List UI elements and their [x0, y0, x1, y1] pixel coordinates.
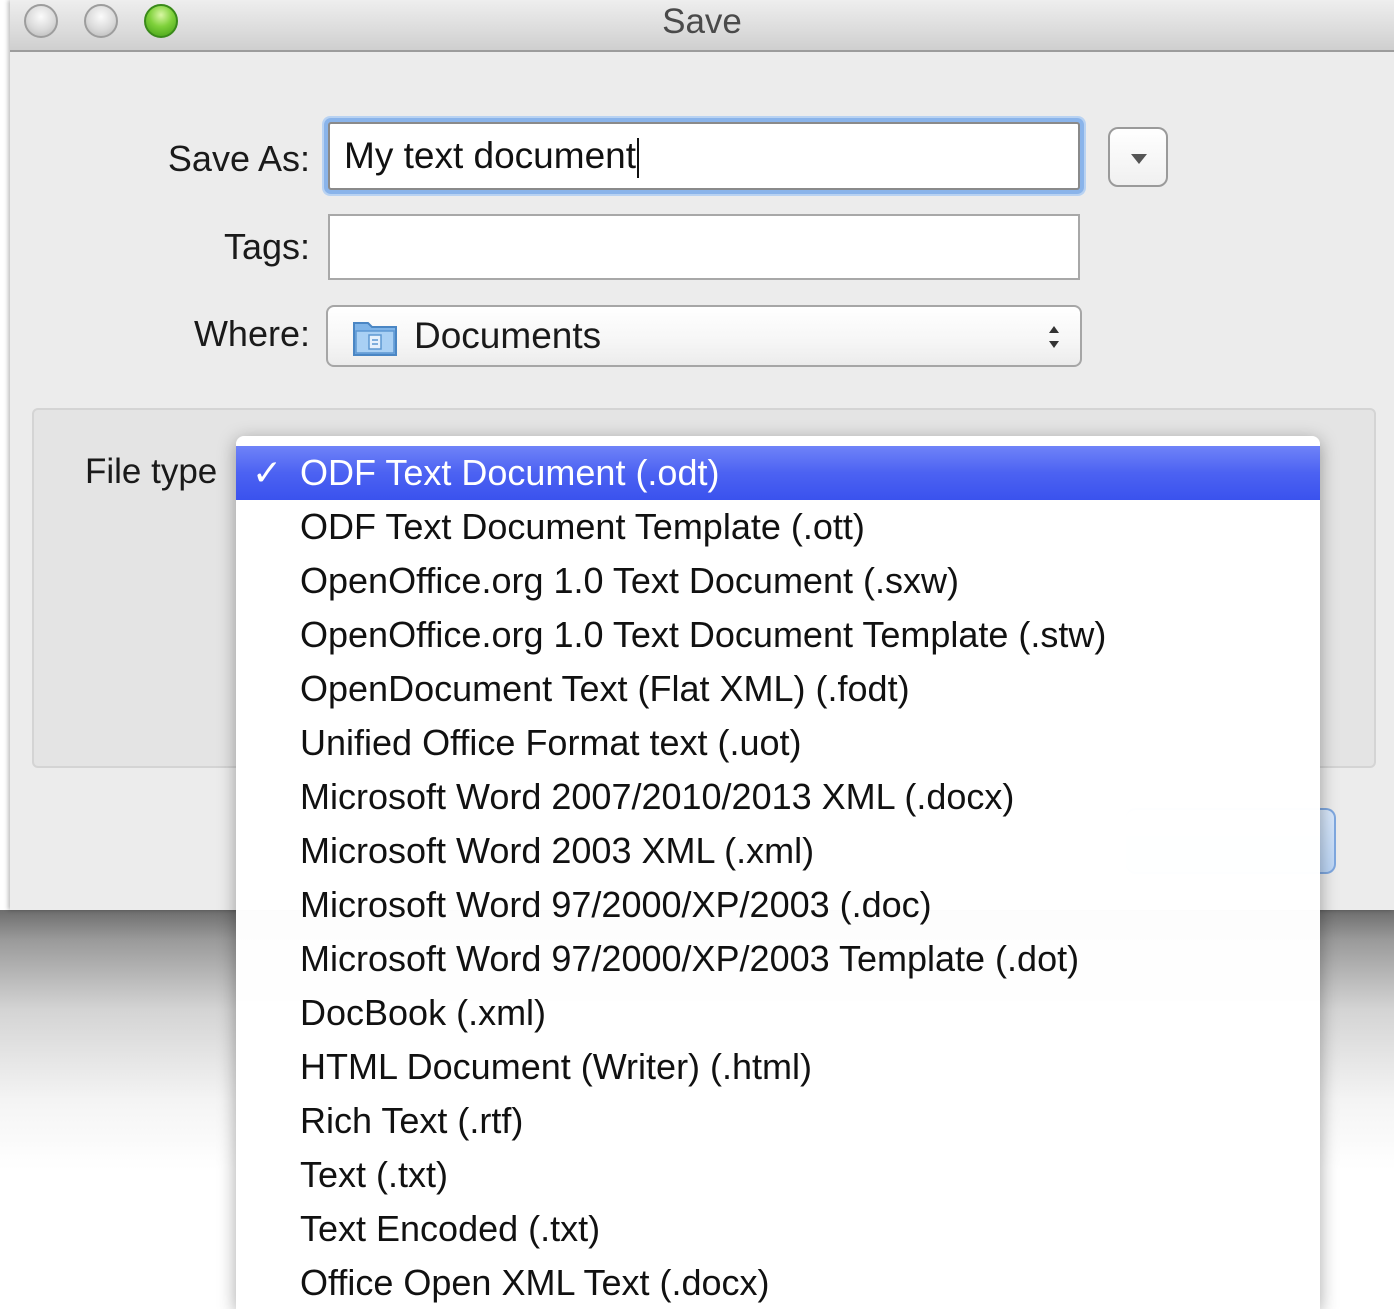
save-as-label: Save As: — [167, 138, 310, 179]
file-type-option[interactable]: Text (.txt) — [236, 1148, 1320, 1202]
tags-input[interactable] — [328, 214, 1080, 280]
file-type-option[interactable]: Microsoft Word 97/2000/XP/2003 Template … — [236, 932, 1320, 986]
file-type-option-label: HTML Document (Writer) (.html) — [300, 1046, 813, 1087]
file-type-option[interactable]: DocBook (.xml) — [236, 986, 1320, 1040]
save-as-value: My text document — [344, 135, 637, 176]
where-select[interactable]: Documents — [326, 305, 1082, 367]
file-type-option[interactable]: ✓ ODF Text Document (.odt) — [236, 446, 1320, 500]
file-type-option[interactable]: Text Encoded (.txt) — [236, 1202, 1320, 1256]
file-type-option[interactable]: Unified Office Format text (.uot) — [236, 716, 1320, 770]
file-type-option-label: ODF Text Document (.odt) — [300, 452, 720, 493]
file-type-option-label: Microsoft Word 97/2000/XP/2003 Template … — [300, 938, 1080, 979]
file-type-option-label: Rich Text (.rtf) — [300, 1100, 524, 1141]
checkmark-icon: ✓ — [252, 452, 283, 493]
file-type-option[interactable]: OpenOffice.org 1.0 Text Document (.sxw) — [236, 554, 1320, 608]
file-type-option[interactable]: OpenOffice.org 1.0 Text Document Templat… — [236, 608, 1320, 662]
file-type-option[interactable]: ODF Text Document Template (.ott) — [236, 500, 1320, 554]
file-type-option-label: Microsoft Word 97/2000/XP/2003 (.doc) — [300, 884, 932, 925]
where-value: Documents — [414, 315, 602, 356]
folder-icon — [353, 322, 397, 356]
file-type-option-label: OpenOffice.org 1.0 Text Document Templat… — [300, 614, 1107, 655]
file-type-option-label: OpenOffice.org 1.0 Text Document (.sxw) — [300, 560, 959, 601]
file-type-option-label: Microsoft Word 2007/2010/2013 XML (.docx… — [300, 776, 1015, 817]
file-type-option[interactable]: Office Open XML Text (.docx) — [236, 1256, 1320, 1309]
tags-label: Tags: — [223, 226, 310, 267]
file-type-option-label: DocBook (.xml) — [300, 992, 547, 1033]
up-down-arrows-icon — [1049, 326, 1059, 348]
file-type-option[interactable]: Microsoft Word 97/2000/XP/2003 (.doc) — [236, 878, 1320, 932]
file-type-option[interactable]: HTML Document (Writer) (.html) — [236, 1040, 1320, 1094]
file-type-option[interactable]: Microsoft Word 2007/2010/2013 XML (.docx… — [236, 770, 1320, 824]
file-type-option-label: Text (.txt) — [300, 1154, 449, 1195]
file-type-option-label: Microsoft Word 2003 XML (.xml) — [300, 830, 815, 871]
file-type-option[interactable]: Microsoft Word 2003 XML (.xml) — [236, 824, 1320, 878]
file-type-option[interactable]: OpenDocument Text (Flat XML) (.fodt) — [236, 662, 1320, 716]
file-type-option-label: Unified Office Format text (.uot) — [300, 722, 802, 763]
title-bar: Save — [10, 0, 1394, 52]
file-type-option-label: OpenDocument Text (Flat XML) (.fodt) — [300, 668, 910, 709]
file-type-option-label: Text Encoded (.txt) — [300, 1208, 601, 1249]
save-as-input[interactable]: My text document — [328, 122, 1080, 190]
file-type-label: File type — [85, 452, 218, 491]
where-label: Where: — [193, 313, 310, 354]
file-type-option-label: Office Open XML Text (.docx) — [300, 1262, 770, 1303]
file-type-option[interactable]: Rich Text (.rtf) — [236, 1094, 1320, 1148]
file-type-menu: ✓ ODF Text Document (.odt) ODF Text Docume… — [236, 436, 1320, 1309]
text-caret — [637, 138, 640, 179]
window-title: Save — [662, 2, 742, 41]
file-type-option-label: ODF Text Document Template (.ott) — [300, 506, 865, 547]
chevron-down-icon — [1131, 154, 1147, 164]
expand-dialog-button[interactable] — [1108, 127, 1168, 187]
